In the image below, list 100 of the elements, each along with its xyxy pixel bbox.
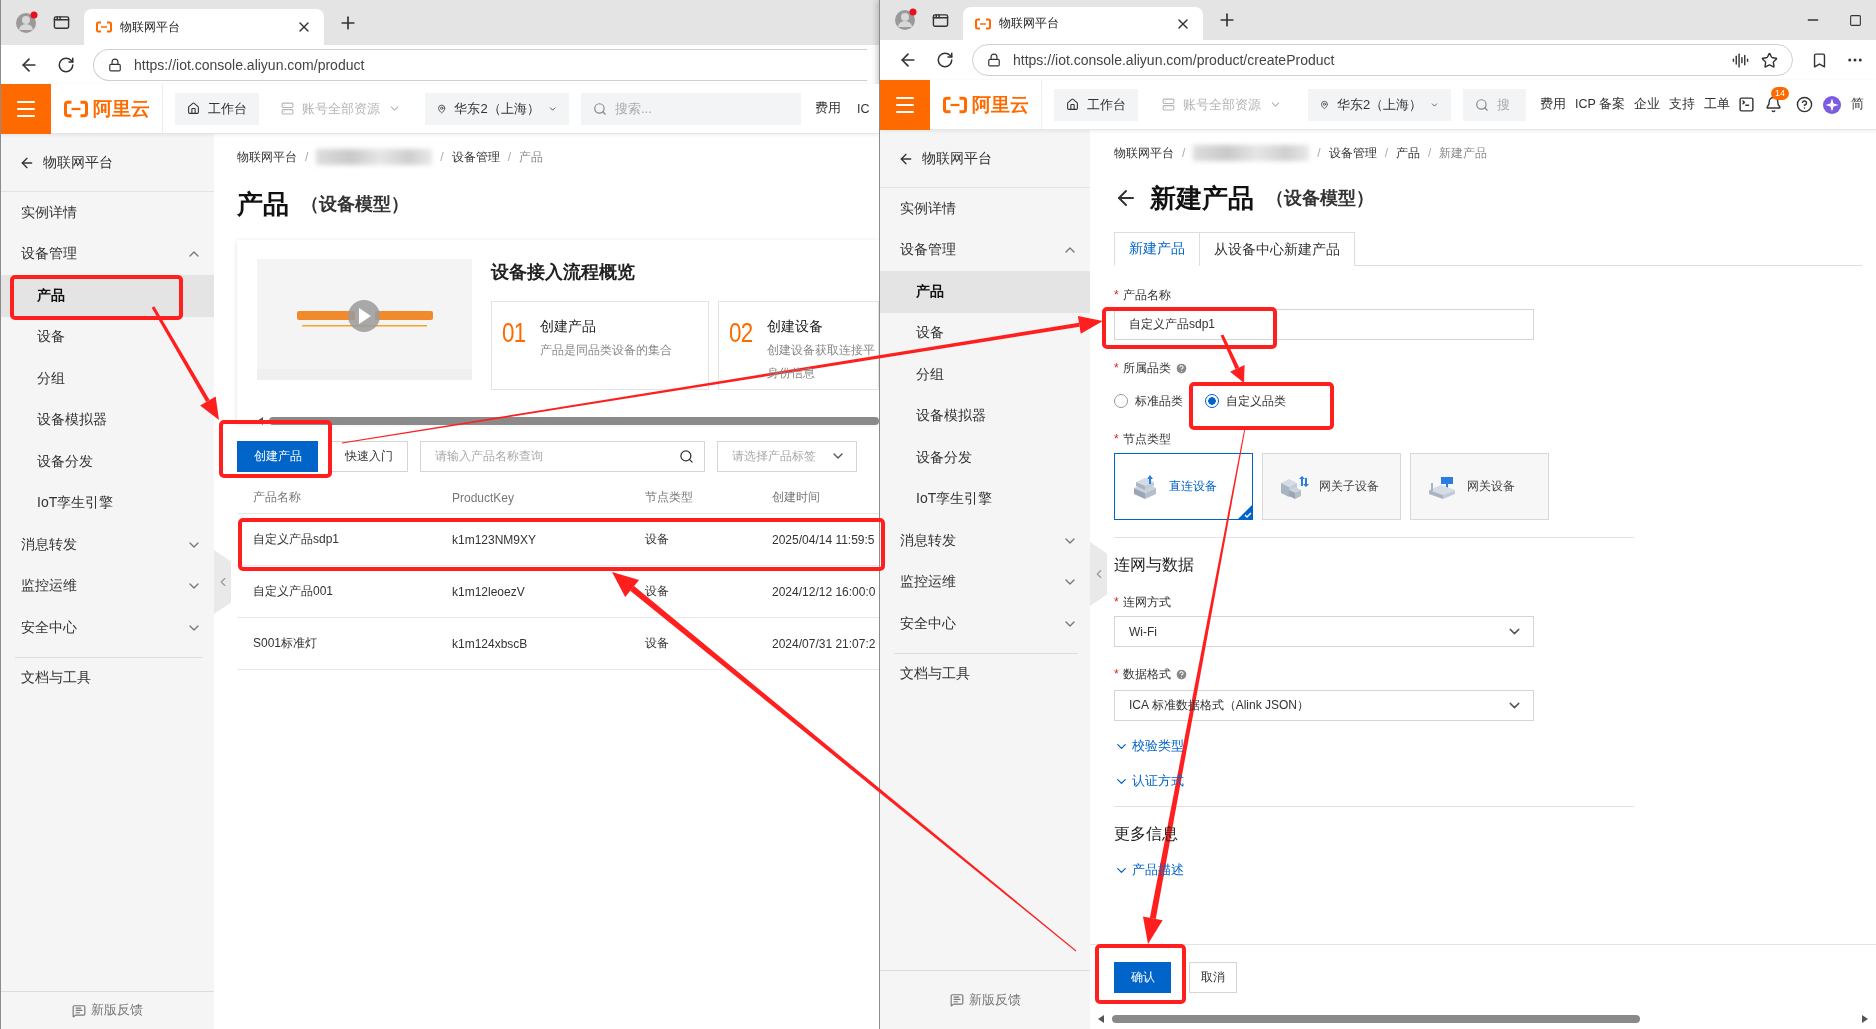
browser-tab[interactable]: 物联网平台 bbox=[963, 7, 1203, 40]
avatar-icon[interactable] bbox=[1823, 95, 1842, 114]
maximize-icon[interactable] bbox=[1849, 13, 1862, 27]
menu-item[interactable]: 分组 bbox=[1, 358, 214, 400]
network-select[interactable]: Wi-Fi bbox=[1114, 616, 1534, 647]
step-card[interactable]: 01 创建产品 产品是同品类设备的集合 bbox=[491, 301, 709, 390]
scroll-right-icon[interactable] bbox=[1862, 1015, 1868, 1023]
input-field[interactable]: 自定义产品sdp1 bbox=[1114, 309, 1534, 340]
star-icon[interactable] bbox=[1761, 51, 1778, 69]
scrollbar-thumb[interactable] bbox=[269, 417, 879, 425]
step-number: 01 bbox=[502, 318, 525, 350]
confirm-button[interactable]: 确认 bbox=[1114, 961, 1171, 993]
feedback-icon bbox=[72, 1003, 86, 1018]
node-type-card[interactable]: 直连设备 bbox=[1114, 453, 1253, 520]
menu-item[interactable]: 实例详情 bbox=[880, 188, 1090, 230]
menu-item[interactable]: 文档与工具 bbox=[1, 657, 214, 699]
menu-item[interactable]: 实例详情 bbox=[1, 192, 214, 234]
radio-option[interactable]: 自定义品类 bbox=[1205, 392, 1286, 410]
menu-group[interactable]: 安全中心 bbox=[880, 603, 1090, 645]
page-subtitle: （设备模型） bbox=[1266, 187, 1374, 210]
step-title: 创建设备 bbox=[767, 318, 824, 336]
bell-icon[interactable] bbox=[1765, 96, 1783, 113]
tab[interactable]: 从设备中心新建产品 bbox=[1199, 232, 1355, 266]
notification-badge: 14 bbox=[1771, 87, 1790, 100]
expand-link[interactable]: 校验类型 bbox=[1114, 737, 1184, 755]
menu-button[interactable] bbox=[1, 83, 51, 134]
menu-item[interactable]: 设备模拟器 bbox=[880, 395, 1090, 437]
menu-group[interactable]: 监控运维 bbox=[880, 561, 1090, 603]
menu-group[interactable]: 安全中心 bbox=[1, 607, 214, 649]
breadcrumb-separator: / bbox=[1317, 146, 1321, 160]
step-description: 创建设备获取连接平 bbox=[767, 342, 875, 359]
region-dropdown[interactable]: 华东2（上海） bbox=[1308, 88, 1451, 121]
workbench-button[interactable]: 工作台 bbox=[1054, 88, 1138, 121]
breadcrumb-link[interactable]: 物联网平台 bbox=[1114, 144, 1174, 162]
profile-icon[interactable] bbox=[894, 8, 918, 32]
breadcrumb-link[interactable]: 设备管理 bbox=[1328, 144, 1377, 162]
menu-button[interactable] bbox=[880, 79, 930, 130]
help-icon[interactable] bbox=[1796, 96, 1814, 113]
menu-item[interactable]: 分组 bbox=[880, 354, 1090, 396]
menu-group[interactable]: 消息转发 bbox=[1, 524, 214, 566]
region-dropdown[interactable]: 华东2（上海） bbox=[425, 92, 569, 125]
top-link[interactable]: 支持 bbox=[1669, 96, 1696, 113]
top-link[interactable]: ICP 备案 bbox=[1575, 96, 1626, 113]
location-icon bbox=[437, 101, 447, 116]
logo-icon bbox=[96, 21, 112, 33]
top-link[interactable]: 费用 bbox=[815, 100, 841, 117]
quick-start-button[interactable]: 快速入门 bbox=[330, 440, 408, 472]
menu-item[interactable]: 设备模拟器 bbox=[1, 399, 214, 441]
column-header: 节点类型 bbox=[644, 489, 694, 506]
browser-tab[interactable]: 物联网平台 bbox=[84, 9, 324, 45]
read-aloud-icon[interactable] bbox=[1732, 51, 1749, 69]
page-title: 产品 bbox=[237, 187, 289, 221]
top-link[interactable]: 企业 bbox=[1634, 96, 1661, 113]
breadcrumb-link[interactable]: 产品 bbox=[1396, 144, 1421, 162]
tab-actions-icon[interactable] bbox=[53, 14, 70, 31]
node-type-card[interactable]: 网关子设备 bbox=[1262, 453, 1401, 520]
language-link[interactable]: 简 bbox=[1851, 96, 1865, 113]
top-link[interactable]: 工单 bbox=[1704, 96, 1731, 113]
tab[interactable]: 新建产品 bbox=[1114, 232, 1200, 266]
menu-item[interactable]: 设备分发 bbox=[1, 441, 214, 483]
radio-button[interactable] bbox=[1205, 394, 1219, 408]
stacked-boxes-icon bbox=[1131, 473, 1159, 500]
menu-group[interactable]: 设备管理 bbox=[1, 233, 214, 275]
menu-item[interactable]: 设备分发 bbox=[880, 437, 1090, 479]
menu-item[interactable]: 文档与工具 bbox=[880, 653, 1090, 695]
page-title: 新建产品 bbox=[1150, 181, 1254, 215]
menu-item[interactable]: 设备 bbox=[880, 312, 1090, 354]
breadcrumb-link[interactable]: 设备管理 bbox=[451, 148, 500, 166]
favorites-icon[interactable] bbox=[1811, 51, 1828, 69]
menu-group[interactable]: 消息转发 bbox=[880, 520, 1090, 562]
radio-button[interactable] bbox=[1114, 394, 1128, 408]
search-icon bbox=[1475, 97, 1489, 112]
menu-group[interactable]: 设备管理 bbox=[880, 229, 1090, 271]
create-product-button[interactable]: 创建产品 bbox=[237, 440, 318, 472]
menu-item[interactable]: IoT孪生引擎 bbox=[880, 478, 1090, 520]
required-mark: * bbox=[1114, 288, 1119, 302]
breadcrumb-link[interactable]: 物联网平台 bbox=[237, 148, 297, 166]
cancel-button[interactable]: 取消 bbox=[1189, 961, 1237, 993]
workbench-button[interactable]: 工作台 bbox=[175, 92, 259, 125]
terminal-icon[interactable] bbox=[1738, 96, 1756, 113]
tab-actions-icon[interactable] bbox=[932, 11, 949, 29]
reload-icon[interactable] bbox=[57, 55, 75, 74]
lock-icon bbox=[987, 53, 1001, 67]
breadcrumb-current[interactable]: 新建产品 bbox=[1439, 144, 1488, 162]
menu-item[interactable]: 设备 bbox=[1, 316, 214, 358]
top-link[interactable]: IC bbox=[857, 101, 870, 116]
node-type-card[interactable]: 网关设备 bbox=[1410, 453, 1549, 520]
top-link[interactable]: 费用 bbox=[1540, 96, 1566, 113]
menu-item[interactable]: IoT孪生引擎 bbox=[1, 482, 214, 524]
radio-option[interactable]: 标准品类 bbox=[1114, 392, 1183, 410]
required-mark: * bbox=[1114, 595, 1119, 609]
table-cell-text: 设备 bbox=[644, 635, 670, 652]
scroll-left-icon[interactable] bbox=[1098, 1015, 1104, 1023]
reload-icon[interactable] bbox=[936, 51, 954, 69]
menu-item[interactable]: 产品 bbox=[880, 271, 1090, 313]
profile-icon[interactable] bbox=[15, 10, 39, 35]
breadcrumb-current[interactable]: 产品 bbox=[519, 148, 544, 166]
scrollbar-thumb[interactable] bbox=[1112, 1015, 1640, 1023]
menu-group[interactable]: 监控运维 bbox=[1, 565, 214, 607]
logo-icon bbox=[942, 95, 967, 114]
